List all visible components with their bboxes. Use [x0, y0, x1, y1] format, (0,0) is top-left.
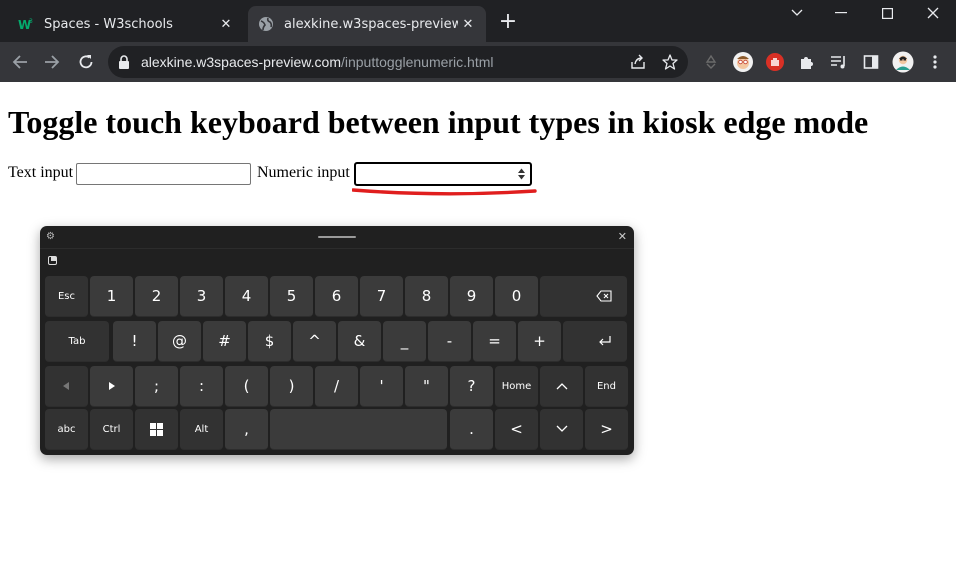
- backspace-icon: [595, 290, 612, 302]
- clipboard-icon[interactable]: [48, 256, 57, 265]
- key-question[interactable]: ?: [450, 366, 493, 407]
- key-7[interactable]: 7: [360, 276, 403, 317]
- key-equals[interactable]: =: [473, 321, 516, 362]
- key-at[interactable]: @: [158, 321, 201, 362]
- globe-icon: [258, 16, 274, 32]
- tab-bar: W3 Spaces - W3schools ✕ alexkine.w3space…: [0, 0, 956, 42]
- url-text[interactable]: alexkine.w3spaces-preview.com/inputtoggl…: [141, 54, 494, 70]
- minimize-button[interactable]: [818, 2, 864, 24]
- spinner-arrows-icon[interactable]: [517, 167, 526, 181]
- right-triangle-icon: [109, 382, 115, 390]
- back-button[interactable]: [8, 50, 32, 74]
- key-tab[interactable]: Tab: [45, 321, 109, 362]
- lock-icon[interactable]: [118, 54, 130, 73]
- key-quote[interactable]: ": [405, 366, 448, 407]
- key-left-disabled[interactable]: [45, 366, 88, 407]
- w3schools-icon: W3: [18, 16, 34, 32]
- key-caret[interactable]: ^: [293, 321, 336, 362]
- red-underline-annotation: [352, 188, 537, 196]
- key-1[interactable]: 1: [90, 276, 133, 317]
- extensions-puzzle-icon[interactable]: [795, 50, 819, 74]
- svg-text:3: 3: [29, 18, 33, 25]
- key-ctrl[interactable]: Ctrl: [90, 409, 133, 450]
- key-alt[interactable]: Alt: [180, 409, 223, 450]
- touch-keyboard: ⚙ ✕ Esc 1 2 3 4 5 6 7 8 9 0 Tab ! @ # $ …: [40, 226, 634, 455]
- key-6[interactable]: 6: [315, 276, 358, 317]
- key-3[interactable]: 3: [180, 276, 223, 317]
- tab-search-icon[interactable]: [774, 2, 820, 24]
- key-apostrophe[interactable]: ': [360, 366, 403, 407]
- key-space[interactable]: [270, 409, 447, 450]
- key-hash[interactable]: #: [203, 321, 246, 362]
- key-less-than[interactable]: <: [495, 409, 538, 450]
- key-5[interactable]: 5: [270, 276, 313, 317]
- key-plus[interactable]: +: [518, 321, 561, 362]
- windows-logo-icon: [150, 422, 163, 436]
- key-backspace[interactable]: [540, 276, 627, 317]
- page-heading: Toggle touch keyboard between input type…: [8, 104, 869, 140]
- key-minus[interactable]: -: [428, 321, 471, 362]
- key-4[interactable]: 4: [225, 276, 268, 317]
- key-enter[interactable]: [563, 321, 627, 362]
- extension-face-icon[interactable]: [731, 50, 755, 74]
- key-close-paren[interactable]: ): [270, 366, 313, 407]
- more-menu-icon[interactable]: [923, 50, 947, 74]
- numeric-input[interactable]: [354, 162, 532, 186]
- tab-title: alexkine.w3spaces-preview.com/: [284, 16, 458, 32]
- side-panel-icon[interactable]: [859, 50, 883, 74]
- close-tab-icon[interactable]: ✕: [216, 14, 236, 34]
- chevron-down-icon: [556, 425, 567, 432]
- reload-button[interactable]: [74, 50, 98, 74]
- key-windows[interactable]: [135, 409, 178, 450]
- key-abc[interactable]: abc: [45, 409, 88, 450]
- profile-avatar[interactable]: [891, 50, 915, 74]
- key-up[interactable]: [540, 366, 583, 407]
- recycle-extension-icon[interactable]: [699, 50, 723, 74]
- key-home[interactable]: Home: [495, 366, 538, 407]
- address-bar[interactable]: alexkine.w3spaces-preview.com/inputtoggl…: [108, 46, 688, 78]
- key-slash[interactable]: /: [315, 366, 358, 407]
- key-underscore[interactable]: _: [383, 321, 426, 362]
- key-colon[interactable]: :: [180, 366, 223, 407]
- key-open-paren[interactable]: (: [225, 366, 268, 407]
- keyboard-close-icon[interactable]: ✕: [618, 230, 627, 243]
- key-period[interactable]: .: [450, 409, 493, 450]
- text-input[interactable]: [76, 163, 251, 185]
- share-icon[interactable]: [628, 52, 648, 72]
- drag-handle[interactable]: [318, 236, 356, 238]
- chevron-up-icon: [556, 383, 567, 390]
- key-down[interactable]: [540, 409, 583, 450]
- key-9[interactable]: 9: [450, 276, 493, 317]
- key-8[interactable]: 8: [405, 276, 448, 317]
- bookmark-star-icon[interactable]: [660, 52, 680, 72]
- key-dollar[interactable]: $: [248, 321, 291, 362]
- maximize-button[interactable]: [864, 2, 910, 24]
- forward-button[interactable]: [40, 50, 64, 74]
- key-esc[interactable]: Esc: [45, 276, 88, 317]
- key-comma[interactable]: ,: [225, 409, 268, 450]
- key-right[interactable]: [90, 366, 133, 407]
- browser-toolbar: alexkine.w3spaces-preview.com/inputtoggl…: [0, 42, 956, 82]
- key-0[interactable]: 0: [495, 276, 538, 317]
- text-input-label: Text input: [8, 164, 74, 181]
- media-control-icon[interactable]: [827, 50, 851, 74]
- key-greater-than[interactable]: >: [585, 409, 628, 450]
- key-2[interactable]: 2: [135, 276, 178, 317]
- numeric-input-label: Numeric input: [257, 164, 350, 181]
- tab-title: Spaces - W3schools: [44, 16, 173, 32]
- keyboard-title-bar[interactable]: ⚙ ✕: [40, 226, 634, 249]
- stop-hand-extension-icon[interactable]: [763, 50, 787, 74]
- tab-alexkine-preview[interactable]: alexkine.w3spaces-preview.com/ ✕: [248, 6, 486, 42]
- new-tab-button[interactable]: +: [497, 11, 519, 34]
- key-end[interactable]: End: [585, 366, 628, 407]
- key-ampersand[interactable]: &: [338, 321, 381, 362]
- key-exclamation[interactable]: !: [113, 321, 156, 362]
- keyboard-settings-icon[interactable]: ⚙: [46, 231, 55, 242]
- tab-spaces-w3schools[interactable]: W3 Spaces - W3schools ✕: [8, 6, 244, 42]
- enter-icon: [599, 336, 611, 346]
- close-tab-icon[interactable]: ✕: [458, 14, 478, 34]
- key-semicolon[interactable]: ;: [135, 366, 178, 407]
- close-window-button[interactable]: [910, 2, 956, 24]
- left-triangle-icon: [63, 382, 69, 390]
